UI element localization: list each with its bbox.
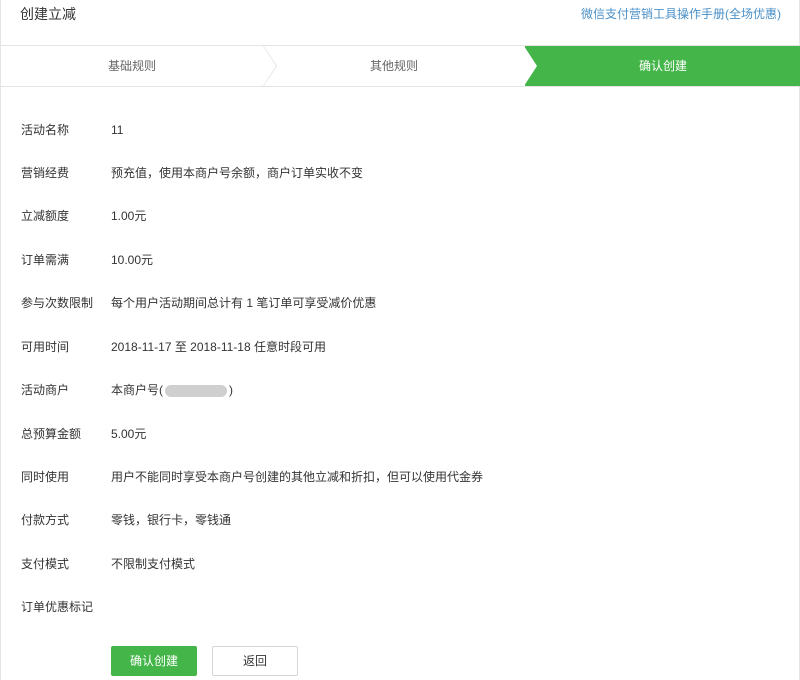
confirm-create-button[interactable]: 确认创建 (111, 646, 197, 676)
detail-label: 营销经费 (21, 166, 70, 180)
step-confirm-create-label: 确认创建 (638, 59, 687, 73)
page-header: 创建立减 微信支付营销工具操作手册(全场优惠) (1, 0, 800, 44)
detail-value: 零钱，银行卡，零钱通 (111, 513, 232, 527)
detail-value: 10.00元 (111, 253, 154, 267)
detail-value: 5.00元 (111, 427, 147, 441)
detail-row-activity-name: 活动名称 11 (1, 120, 800, 140)
detail-row-discount-amount: 立减额度 1.00元 (1, 206, 800, 226)
detail-label: 活动商户 (21, 383, 70, 397)
detail-label: 可用时间 (21, 340, 70, 354)
detail-label: 付款方式 (21, 513, 70, 527)
detail-value: 11 (111, 123, 124, 137)
detail-row-payment-method: 付款方式 零钱，银行卡，零钱通 (1, 510, 800, 530)
page-title: 创建立减 (20, 6, 76, 22)
detail-row-merchant: 活动商户 本商户号() (1, 380, 800, 400)
manual-link[interactable]: 微信支付营销工具操作手册(全场优惠) (581, 5, 781, 22)
detail-label: 活动名称 (21, 123, 70, 137)
detail-row-order-minimum: 订单需满 10.00元 (1, 250, 800, 270)
step-other-rules[interactable]: 其他规则 (263, 46, 525, 86)
detail-label: 总预算金额 (21, 427, 82, 441)
detail-value: 用户不能同时享受本商户号创建的其他立减和折扣，但可以使用代金券 (111, 470, 484, 484)
detail-row-payment-mode: 支付模式 不限制支付模式 (1, 554, 800, 574)
detail-value: 不限制支付模式 (111, 557, 196, 571)
step-confirm-create[interactable]: 确认创建 (524, 46, 800, 86)
detail-label: 订单优惠标记 (21, 600, 94, 614)
detail-row-marketing-funds: 营销经费 预充值，使用本商户号余额，商户订单实收不变 (1, 163, 800, 183)
detail-label: 支付模式 (21, 557, 70, 571)
detail-value: 1.00元 (111, 209, 147, 223)
detail-row-participation-limit: 参与次数限制 每个用户活动期间总计有 1 笔订单可享受减价优惠 (1, 293, 800, 313)
detail-value: 2018-11-17 至 2018-11-18 任意时段可用 (111, 340, 326, 354)
detail-label: 参与次数限制 (21, 296, 94, 310)
detail-value: 本商户号() (111, 380, 233, 400)
detail-label: 同时使用 (21, 470, 70, 484)
merchant-prefix: 本商户号( (111, 383, 163, 397)
step-progress-bar: 基础规则 其他规则 确认创建 (1, 45, 800, 87)
detail-value: 预充值，使用本商户号余额，商户订单实收不变 (111, 166, 364, 180)
step-active-notch-icon (524, 46, 537, 86)
detail-label: 订单需满 (21, 253, 70, 267)
page-frame: 创建立减 微信支付营销工具操作手册(全场优惠) 基础规则 其他规则 确认创建 活… (0, 0, 800, 680)
detail-row-simultaneous-use: 同时使用 用户不能同时享受本商户号创建的其他立减和折扣，但可以使用代金券 (1, 467, 800, 487)
step-basic-rules[interactable]: 基础规则 (1, 46, 263, 86)
merchant-suffix: ) (229, 383, 233, 397)
detail-row-order-discount-tag: 订单优惠标记 (1, 597, 800, 617)
detail-row-available-time: 可用时间 2018-11-17 至 2018-11-18 任意时段可用 (1, 337, 800, 357)
masked-merchant-id (165, 384, 227, 397)
detail-value: 每个用户活动期间总计有 1 笔订单可享受减价优惠 (111, 296, 377, 310)
back-button[interactable]: 返回 (212, 646, 298, 676)
detail-row-total-budget: 总预算金额 5.00元 (1, 424, 800, 444)
detail-label: 立减额度 (21, 209, 70, 223)
